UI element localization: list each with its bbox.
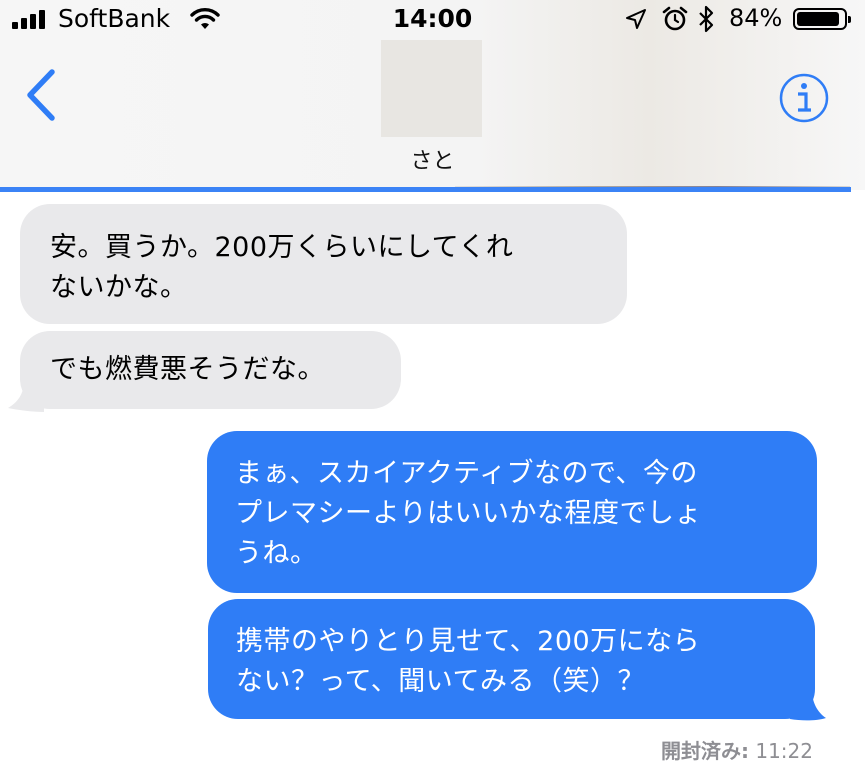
- conversation-header: SoftBank 14:00 84% さと: [0, 0, 865, 190]
- battery-icon: [793, 8, 851, 30]
- alarm-icon: [662, 6, 688, 31]
- battery-percent: 84%: [729, 4, 783, 32]
- read-receipt-label: 開封済み:: [661, 739, 749, 763]
- read-receipt-time: 11:22: [755, 739, 813, 763]
- send-progress-bar: [0, 187, 851, 192]
- info-icon[interactable]: [778, 72, 830, 124]
- read-receipt: 開封済み: 11:22: [661, 735, 813, 764]
- chevron-left-icon[interactable]: [22, 68, 62, 122]
- bluetooth-icon: [699, 5, 714, 33]
- status-bar: SoftBank 14:00 84%: [0, 0, 865, 40]
- message-bubble-incoming[interactable]: 安。買うか。200万くらいにしてくれ ないかな。: [20, 204, 627, 324]
- message-bubble-incoming[interactable]: でも燃費悪そうだな。: [20, 331, 401, 409]
- message-bubble-outgoing[interactable]: まぁ、スカイアクティブなので、今の プレマシーよりはいいかな程度でしょ うね。: [207, 431, 817, 593]
- bubble-tail-incoming: [8, 380, 44, 412]
- contact-name[interactable]: さと: [0, 143, 865, 175]
- bubble-tail-outgoing: [790, 690, 826, 721]
- location-arrow-icon: [626, 9, 646, 29]
- contact-avatar[interactable]: [381, 40, 482, 137]
- message-bubble-outgoing[interactable]: 携帯のやりとり見せて、200万になら ない？って、聞いてみる（笑）？: [208, 599, 815, 719]
